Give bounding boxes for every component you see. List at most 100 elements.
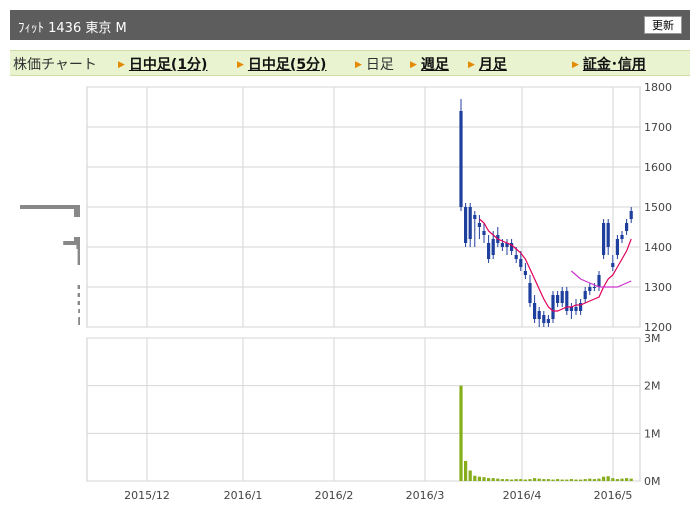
volume-profile-bar bbox=[77, 257, 80, 261]
stock-title: ﾌｨｯﾄ 1436 東京 M bbox=[18, 21, 127, 36]
candle-body bbox=[528, 283, 532, 303]
nav-monthly-label[interactable]: 月足 bbox=[479, 57, 507, 73]
date-tick-label: 2016/1 bbox=[224, 489, 263, 502]
nav-weekly-label[interactable]: 週足 bbox=[421, 57, 449, 73]
candle-body bbox=[523, 271, 527, 275]
volume-bar bbox=[592, 479, 596, 481]
volume-bar bbox=[615, 479, 619, 481]
volume-bar bbox=[602, 476, 606, 481]
volume-bar bbox=[620, 478, 624, 481]
volume-profile-bar bbox=[76, 245, 80, 249]
arrow-right-icon: ▶ bbox=[572, 60, 579, 70]
candle-body bbox=[625, 223, 629, 231]
volume-bar bbox=[565, 479, 569, 481]
volume-profile-bar bbox=[77, 253, 80, 257]
volume-profile-bar bbox=[74, 237, 80, 241]
candle-body bbox=[459, 111, 463, 207]
volume-bar bbox=[546, 479, 550, 481]
volume-bar bbox=[542, 479, 546, 481]
volume-bar bbox=[629, 478, 633, 481]
volume-profile-bar bbox=[77, 261, 80, 265]
volume-bar bbox=[482, 477, 486, 481]
price-tick-label: 1600 bbox=[644, 161, 672, 174]
nav-monthly[interactable]: ▶ 月足 bbox=[468, 54, 507, 74]
candle-body bbox=[606, 223, 610, 247]
date-tick-label: 2016/5 bbox=[594, 489, 633, 502]
volume-profile-bar bbox=[20, 205, 80, 209]
arrow-right-icon: ▶ bbox=[468, 60, 475, 70]
date-tick-label: 2016/2 bbox=[315, 489, 354, 502]
candle-body bbox=[556, 295, 560, 303]
volume-bar bbox=[464, 460, 468, 481]
nav-daily-label: 日足 bbox=[365, 57, 394, 73]
candle-body bbox=[537, 311, 541, 319]
volume-bar bbox=[533, 478, 537, 481]
price-tick-label: 1500 bbox=[644, 201, 672, 214]
volume-bar bbox=[491, 478, 495, 481]
volume-profile-bar bbox=[77, 301, 80, 305]
volume-bar bbox=[551, 479, 555, 481]
candle-body bbox=[620, 235, 624, 239]
volume-bar bbox=[556, 479, 560, 481]
nav-intraday-1min-label[interactable]: 日中足(1分) bbox=[129, 57, 208, 73]
volume-profile-bar bbox=[74, 209, 80, 213]
volume-bar bbox=[528, 479, 532, 481]
nav-weekly[interactable]: ▶ 週足 bbox=[410, 54, 449, 74]
nav-margin-credit-label[interactable]: 証金･信用 bbox=[583, 57, 646, 73]
candle-body bbox=[629, 211, 633, 219]
date-tick-label: 2015/12 bbox=[124, 489, 170, 502]
arrow-right-icon: ▶ bbox=[237, 60, 244, 70]
candle-body bbox=[468, 207, 472, 239]
volume-bar bbox=[625, 478, 629, 481]
candle-body bbox=[464, 207, 468, 243]
volume-bar bbox=[477, 476, 481, 481]
candle-body bbox=[588, 287, 592, 291]
volume-bar bbox=[510, 479, 514, 481]
price-tick-label: 1800 bbox=[644, 81, 672, 94]
volume-bar bbox=[500, 479, 504, 481]
price-tick-label: 1300 bbox=[644, 281, 672, 294]
candle-body bbox=[491, 239, 495, 255]
volume-bar bbox=[523, 479, 527, 481]
volume-bar bbox=[574, 479, 578, 481]
volume-profile bbox=[20, 205, 80, 325]
volume-bar bbox=[487, 478, 491, 481]
nav-margin-credit[interactable]: ▶ 証金･信用 bbox=[572, 54, 646, 74]
candle-body bbox=[514, 255, 518, 259]
chart-nav-bar: 株価チャート ▶ 日中足(1分) ▶ 日中足(5分) ▶ 日足 ▶ 週足 ▶ 月足 ▶ 証金… bbox=[10, 50, 690, 76]
window-titlebar: ﾌｨｯﾄ 1436 東京 M 更新 bbox=[10, 10, 690, 40]
candle-body bbox=[574, 307, 578, 311]
volume-tick-label: 0M bbox=[644, 475, 661, 488]
candle-body bbox=[615, 239, 619, 255]
candle-body bbox=[477, 223, 481, 227]
volume-bar bbox=[583, 479, 587, 481]
volume-tick-label: 2M bbox=[644, 380, 661, 393]
refresh-button[interactable]: 更新 bbox=[644, 16, 682, 34]
volume-bar bbox=[611, 478, 615, 481]
arrow-right-icon: ▶ bbox=[118, 60, 125, 70]
volume-profile-bar bbox=[78, 309, 80, 313]
date-tick-label: 2016/4 bbox=[503, 489, 542, 502]
volume-bar bbox=[560, 479, 564, 481]
nav-intraday-5min[interactable]: ▶ 日中足(5分) bbox=[237, 54, 326, 74]
candle-body bbox=[542, 315, 546, 323]
volume-bar bbox=[519, 479, 523, 481]
nav-intraday-1min[interactable]: ▶ 日中足(1分) bbox=[118, 54, 207, 74]
volume-profile-bar bbox=[78, 321, 80, 325]
volume-bar bbox=[537, 478, 541, 481]
price-tick-label: 1700 bbox=[644, 121, 672, 134]
volume-bar bbox=[569, 479, 573, 481]
volume-bar bbox=[588, 478, 592, 481]
price-tick-label: 1400 bbox=[644, 241, 672, 254]
volume-bar bbox=[468, 470, 472, 481]
nav-daily: ▶ 日足 bbox=[355, 54, 394, 74]
arrow-right-icon: ▶ bbox=[410, 60, 417, 70]
volume-profile-bar bbox=[77, 249, 80, 253]
date-tick-label: 2016/3 bbox=[406, 489, 445, 502]
candle-body bbox=[592, 287, 596, 288]
volume-bar bbox=[597, 478, 601, 481]
nav-intraday-5min-label[interactable]: 日中足(5分) bbox=[248, 57, 327, 73]
candle-body bbox=[602, 223, 606, 255]
candle-body bbox=[533, 303, 537, 319]
nav-label-stock-chart: 株価チャート bbox=[13, 57, 97, 73]
